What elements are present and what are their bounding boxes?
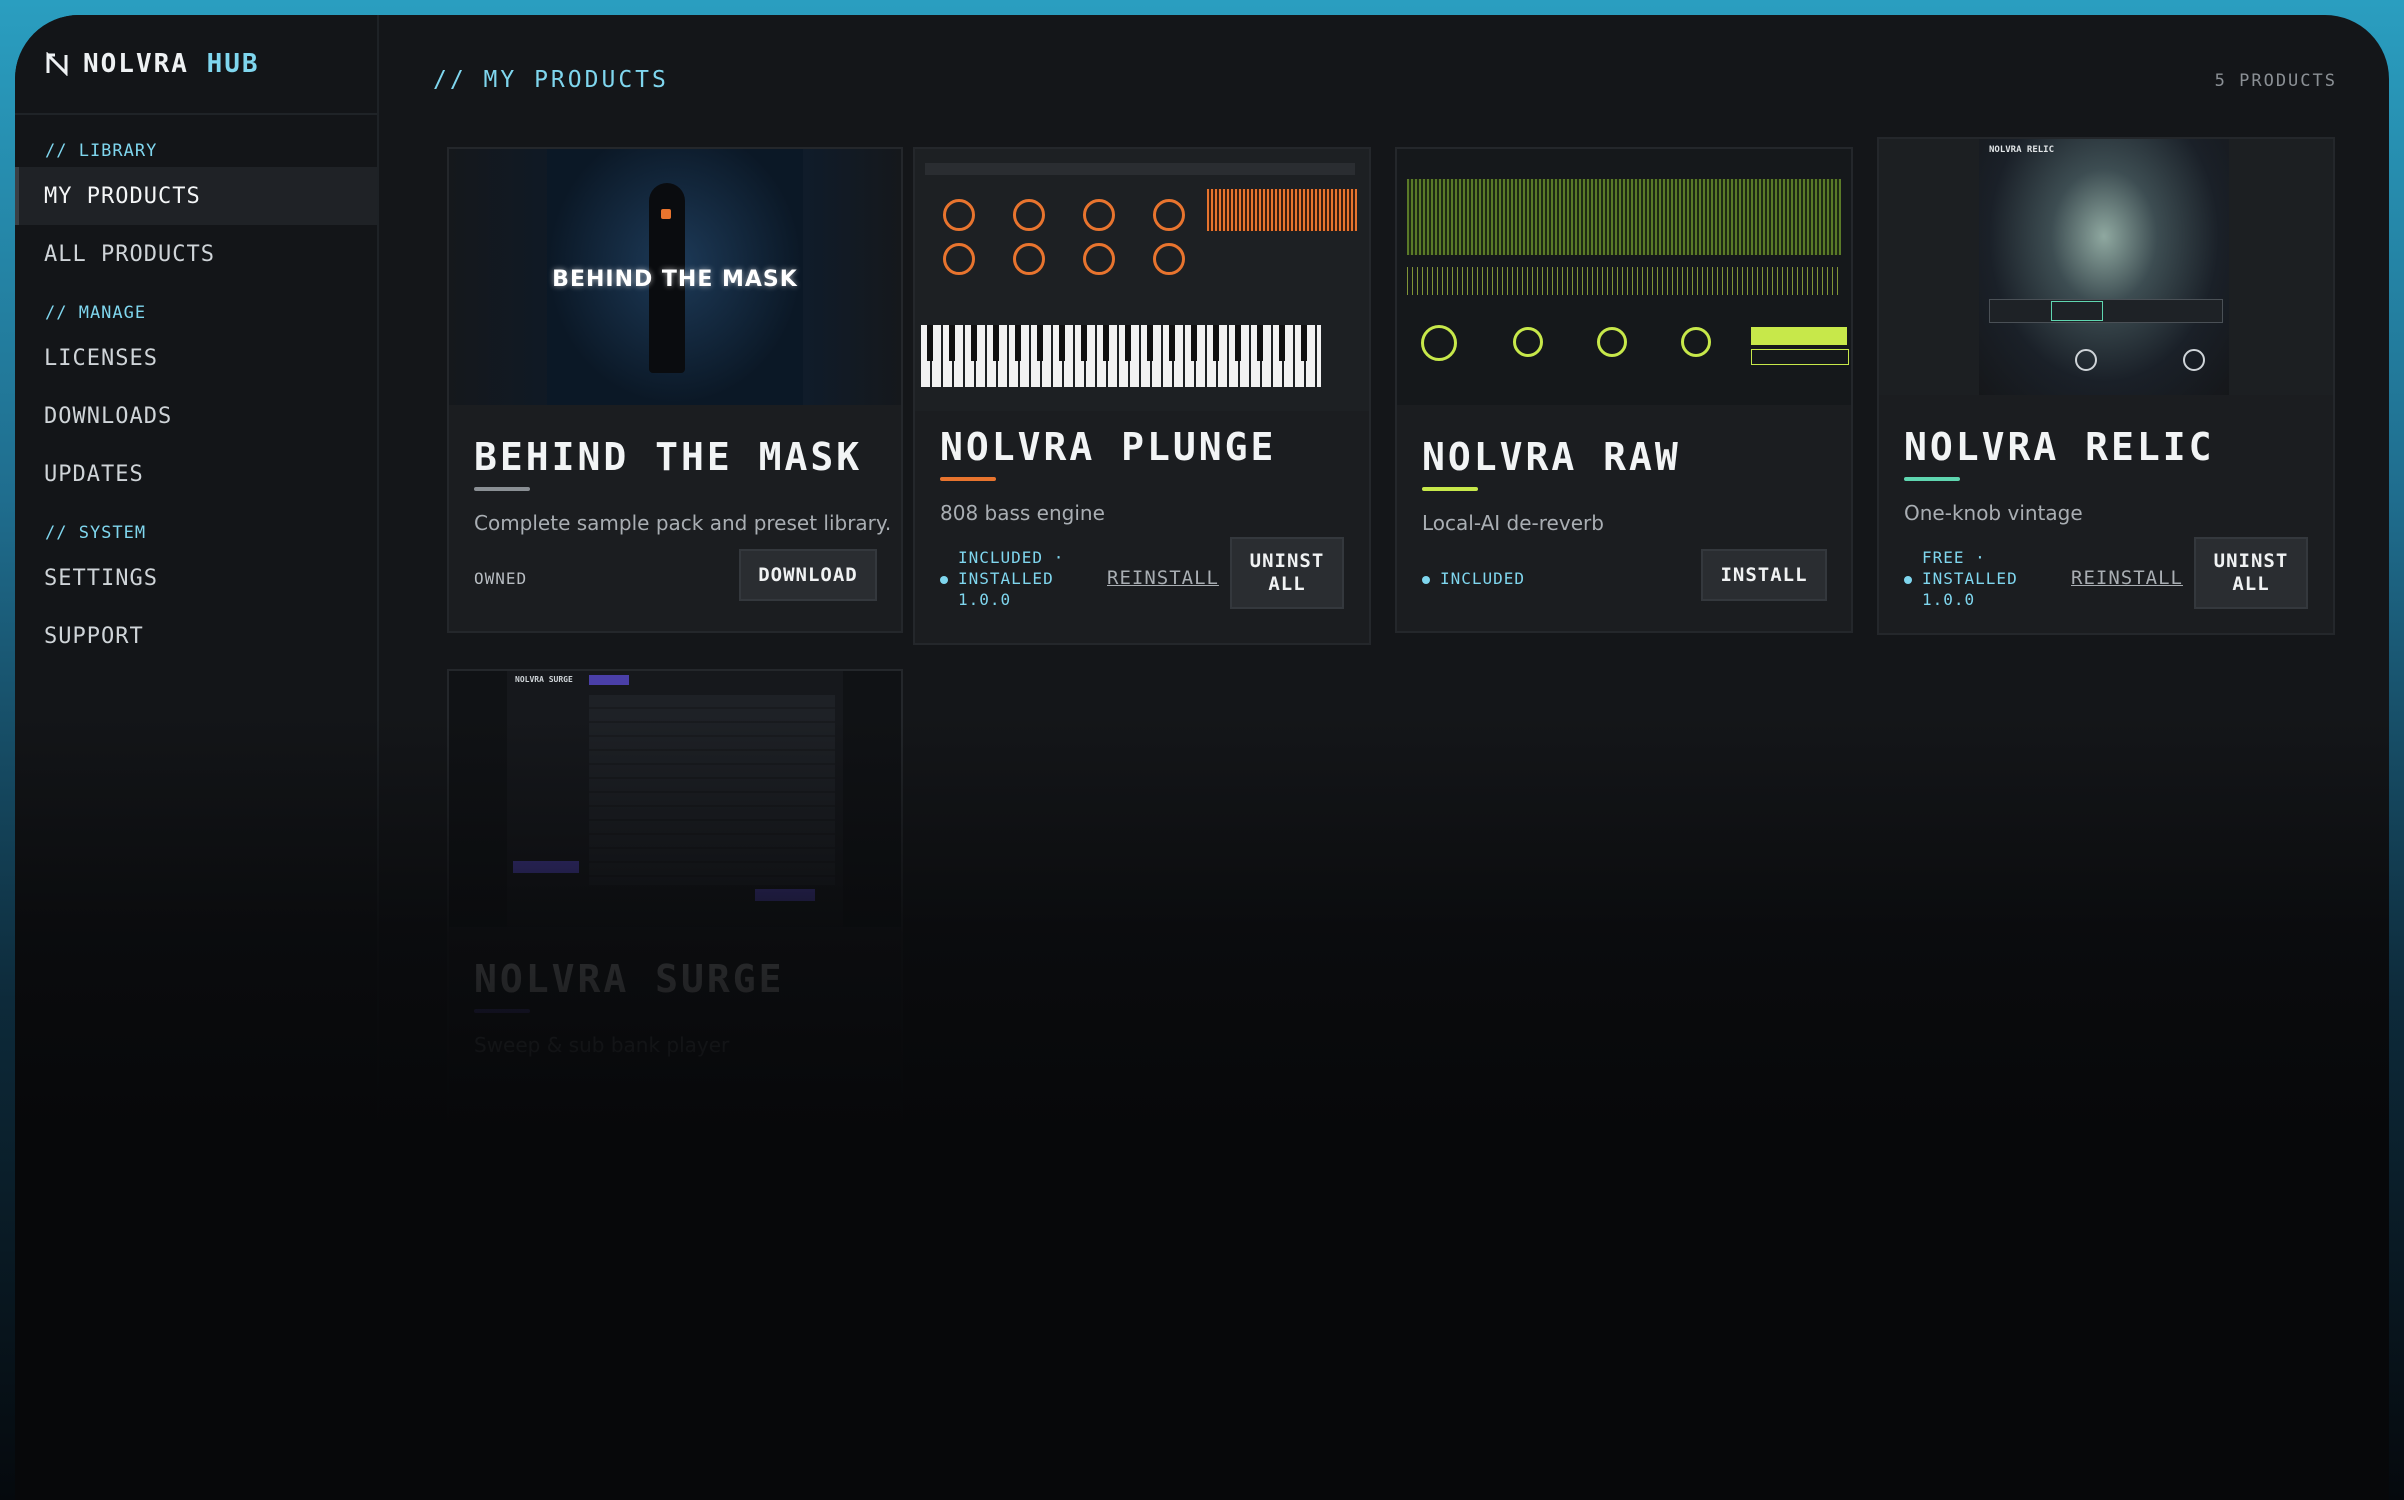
product-thumbnail bbox=[915, 149, 1369, 411]
install-status: FREE · INSTALLED 1.0.0 bbox=[1904, 547, 2018, 610]
accent-bar bbox=[474, 487, 530, 491]
nolvra-logo-icon bbox=[46, 52, 68, 76]
sidebar-item-settings[interactable]: SETTINGS bbox=[15, 549, 377, 607]
uninstall-button[interactable]: UNINST ALL bbox=[1230, 537, 1344, 609]
accent-bar bbox=[474, 1009, 530, 1013]
spectrum-display bbox=[1407, 267, 1841, 295]
app-window: NOLVRA HUB // LIBRARY MY PRODUCTS ALL PR… bbox=[15, 15, 2389, 1500]
product-name: BEHIND THE MASK bbox=[474, 435, 863, 479]
product-name: NOLVRA SURGE bbox=[474, 957, 785, 1001]
product-description: 808 bass engine bbox=[940, 501, 1105, 525]
reinstall-link[interactable]: REINSTALL bbox=[2071, 567, 2183, 589]
thumbnail-title: BEHIND THE MASK bbox=[552, 267, 798, 292]
sidebar-item-support[interactable]: SUPPORT bbox=[15, 607, 377, 665]
accent-bar bbox=[940, 477, 996, 481]
knob-grid bbox=[933, 189, 1195, 279]
ownership-status: OWNED bbox=[474, 569, 528, 588]
mode-selector bbox=[1989, 299, 2223, 323]
product-name: NOLVRA RAW bbox=[1422, 435, 1681, 479]
page-title: // MY PRODUCTS bbox=[433, 67, 669, 93]
brand[interactable]: NOLVRA HUB bbox=[15, 15, 377, 115]
product-description: Sweep & sub bank player bbox=[474, 1033, 730, 1057]
product-card-nolvra-raw[interactable]: NOLVRA RAW Local-AI de-reverb INCLUDED I… bbox=[1395, 147, 1853, 633]
install-status: INCLUDED · INSTALLED 1.0.0 bbox=[940, 547, 1064, 610]
sidebar: NOLVRA HUB // LIBRARY MY PRODUCTS ALL PR… bbox=[15, 15, 379, 1500]
mask-glow bbox=[661, 209, 671, 219]
product-description: Local-AI de-reverb bbox=[1422, 511, 1604, 535]
sidebar-item-downloads[interactable]: DOWNLOADS bbox=[15, 387, 377, 445]
thumb-brand: NOLVRA RELIC bbox=[1989, 145, 2055, 155]
thumb-button-highlight bbox=[1751, 327, 1847, 345]
main-content: // MY PRODUCTS 5 PRODUCTS BEHIND THE MAS… bbox=[379, 15, 2389, 1500]
product-card-nolvra-surge[interactable]: NOLVRA SURGE NOLVRA SURGE Sweep & sub ba… bbox=[447, 669, 903, 1133]
license-status: INCLUDED bbox=[1422, 569, 1525, 588]
reinstall-link[interactable]: REINSTALL bbox=[1107, 567, 1219, 589]
nav-section-library: // LIBRARY bbox=[45, 141, 158, 161]
piano-black-keys bbox=[921, 325, 1321, 361]
product-description: One-knob vintage bbox=[1904, 501, 2083, 525]
product-thumbnail bbox=[1397, 149, 1851, 405]
product-thumbnail: BEHIND THE MASK bbox=[449, 149, 901, 405]
sidebar-item-licenses[interactable]: LICENSES bbox=[15, 329, 377, 387]
nav-section-system: // SYSTEM bbox=[45, 523, 147, 543]
download-button[interactable]: DOWNLOAD bbox=[739, 549, 877, 601]
product-card-behind-the-mask[interactable]: BEHIND THE MASK BEHIND THE MASK Complete… bbox=[447, 147, 903, 633]
product-thumbnail: NOLVRA RELIC bbox=[1879, 139, 2333, 395]
waveform-display bbox=[1207, 189, 1357, 231]
uninstall-button[interactable]: UNINST ALL bbox=[2194, 537, 2308, 609]
sidebar-item-my-products[interactable]: MY PRODUCTS bbox=[15, 167, 377, 225]
sidebar-item-updates[interactable]: UPDATES bbox=[15, 445, 377, 503]
accent-bar bbox=[1904, 477, 1960, 481]
brand-name: NOLVRA HUB bbox=[83, 49, 260, 79]
preset-list bbox=[589, 695, 835, 885]
plugin-toolbar bbox=[925, 163, 1355, 175]
thumb-brand: NOLVRA SURGE bbox=[515, 675, 573, 684]
accent-bar bbox=[1422, 487, 1478, 491]
product-thumbnail: NOLVRA SURGE bbox=[449, 671, 901, 927]
waveform-display bbox=[1407, 179, 1841, 255]
product-card-nolvra-relic[interactable]: NOLVRA RELIC NOLVRA RELIC One-knob vinta… bbox=[1877, 137, 2335, 635]
product-description: Complete sample pack and preset library. bbox=[474, 511, 892, 535]
nav-section-manage: // MANAGE bbox=[45, 303, 147, 323]
product-card-nolvra-plunge[interactable]: NOLVRA PLUNGE 808 bass engine INCLUDED ·… bbox=[913, 147, 1371, 645]
install-button[interactable]: INSTALL bbox=[1701, 549, 1827, 601]
sidebar-item-all-products[interactable]: ALL PRODUCTS bbox=[15, 225, 377, 283]
product-name: NOLVRA PLUNGE bbox=[940, 425, 1277, 469]
product-count: 5 PRODUCTS bbox=[2214, 71, 2337, 91]
product-name: NOLVRA RELIC bbox=[1904, 425, 2215, 469]
